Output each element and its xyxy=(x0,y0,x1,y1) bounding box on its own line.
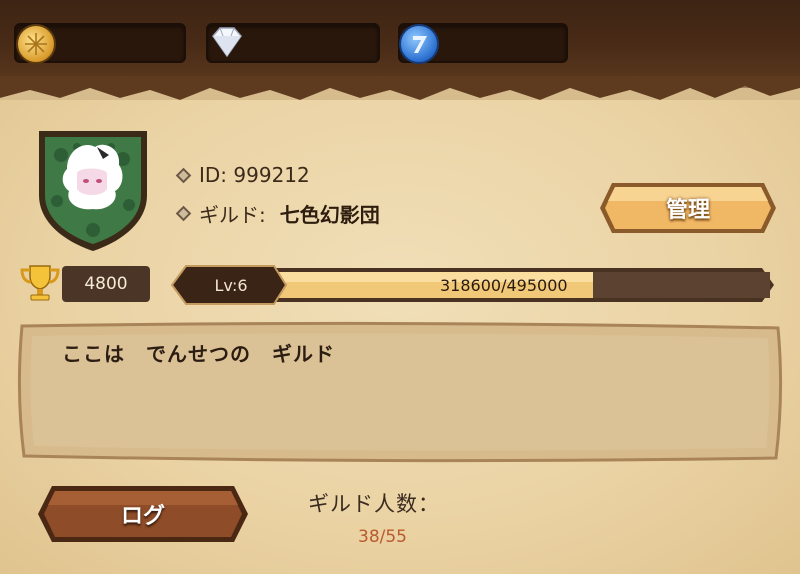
guild-id-line: ID: 999212 xyxy=(175,163,310,187)
manage-button-label: 管理 xyxy=(665,198,710,223)
gold-coin-icon xyxy=(16,24,56,64)
log-button[interactable]: ログ xyxy=(36,482,250,546)
guild-xp-text: 318600/495000 xyxy=(440,275,568,295)
guild-name-label: ギルド: xyxy=(199,203,266,227)
blue-token-icon xyxy=(399,24,439,64)
guild-level: Lv:6 xyxy=(214,275,248,295)
bullet-diamond-icon xyxy=(175,167,192,183)
manage-button[interactable]: 管理 xyxy=(598,179,778,237)
trophy-icon xyxy=(20,265,60,301)
log-button-label: ログ xyxy=(120,504,165,529)
guild-name: 七色幻影団 xyxy=(279,203,380,227)
guild-name-line: ギルド: 七色幻影団 xyxy=(175,199,380,228)
diamond-icon xyxy=(208,24,244,60)
guild-id: ID: 999212 xyxy=(199,163,310,187)
member-count-label: ギルド人数： xyxy=(308,492,440,516)
guild-description: ここは でんせつの ギルド xyxy=(62,342,335,366)
guild-emblem-icon xyxy=(39,131,147,251)
bullet-diamond-icon xyxy=(175,205,192,222)
trophy-count: 4800 xyxy=(62,266,150,302)
member-count: 38/55 xyxy=(358,527,407,547)
